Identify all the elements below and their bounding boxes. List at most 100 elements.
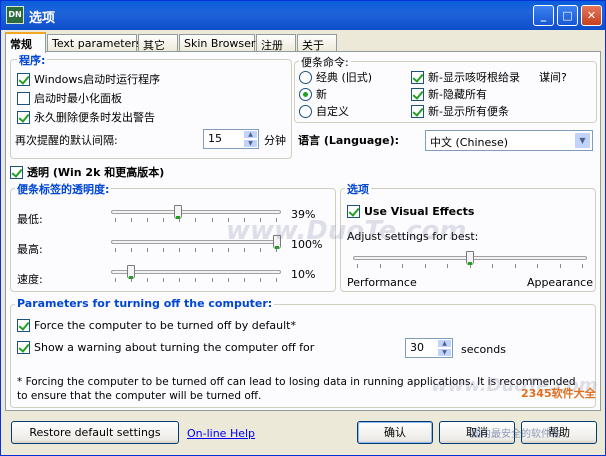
restore-defaults-button[interactable]: Restore default settings — [11, 421, 179, 444]
radio-new-row[interactable]: 新 — [299, 86, 327, 102]
force-off-label: Force the computer to be turned off by d… — [34, 319, 296, 332]
warn-seconds-value[interactable]: 30 — [410, 341, 424, 354]
max-opacity-ticks — [115, 248, 277, 252]
min-opacity-value: 39% — [291, 208, 316, 221]
visual-options-group: 选项 Use Visual Effects Adjust settings fo… — [340, 181, 596, 292]
new-show-all-checkbox[interactable] — [411, 104, 424, 118]
performance-thumb[interactable] — [466, 251, 474, 265]
power-off-group: Parameters for turning off the computer:… — [10, 297, 596, 408]
close-button[interactable]: ✕ — [581, 5, 602, 26]
language-value: 中文 (Chinese) — [430, 136, 509, 149]
stepper-up-icon[interactable]: ▲ — [243, 130, 258, 139]
delete-warning-row[interactable]: 永久删除便条时发出警告 — [17, 109, 155, 125]
reminder-interval-value[interactable]: 15 — [208, 132, 222, 145]
ok-button[interactable]: 确认 — [357, 421, 433, 444]
radio-classic[interactable] — [299, 70, 312, 84]
run-on-startup-checkbox[interactable] — [17, 72, 30, 86]
tab-general[interactable]: 常规 — [5, 32, 46, 53]
tab-skin-browser[interactable]: Skin Browser — [179, 34, 255, 52]
tab-register[interactable]: 注册 — [256, 34, 296, 52]
warn-seconds-stepper[interactable]: 30 ▲ ▼ — [405, 338, 453, 358]
transparency-row[interactable]: 透明 (Win 2k 和更高版本) — [10, 164, 164, 180]
maximize-button[interactable]: □ — [557, 5, 578, 26]
stepper-down-icon[interactable]: ▼ — [243, 139, 258, 148]
stepper-down-icon[interactable]: ▼ — [437, 348, 452, 357]
delete-warning-label: 永久删除便条时发出警告 — [34, 111, 155, 124]
warn-seconds-unit: seconds — [461, 343, 506, 356]
tab-text-parameters[interactable]: Text parameters — [47, 34, 142, 52]
title-bar[interactable]: DN 选项 _ □ ✕ — [1, 1, 605, 30]
min-opacity-slider[interactable] — [111, 210, 281, 214]
new-hide-all-label: 新-隐藏所有 — [428, 88, 487, 101]
tab-about[interactable]: 关于 — [297, 34, 337, 52]
min-opacity-ticks — [115, 218, 277, 222]
program-group: 程序: Windows启动时运行程序 启动时最小化面板 永久删除便条时发出警告 … — [10, 52, 292, 159]
max-opacity-label: 最高: — [17, 243, 43, 256]
performance-label: Performance — [347, 276, 417, 289]
maximize-icon: □ — [562, 9, 573, 22]
new-show-all-row[interactable]: 新-显示所有便条 — [411, 103, 509, 119]
program-legend: 程序: — [17, 52, 48, 68]
new-hide-all-checkbox[interactable] — [411, 87, 424, 101]
new-show-label: 新-显示咳呀根给录 — [428, 71, 520, 84]
delete-warning-checkbox[interactable] — [17, 110, 30, 124]
minimize-on-startup-label: 启动时最小化面板 — [34, 92, 122, 105]
watermark-brand: 2345软件大全 — [521, 387, 596, 400]
new-show-all-label: 新-显示所有便条 — [428, 105, 509, 118]
radio-new[interactable] — [299, 87, 312, 101]
adjust-settings-label: Adjust settings for best: — [347, 230, 479, 243]
tab-panel-general: 程序: Windows启动时运行程序 启动时最小化面板 永久删除便条时发出警告 … — [5, 51, 601, 411]
new-show-row[interactable]: 新-显示咳呀根给录 — [411, 69, 520, 85]
reminder-interval-stepper[interactable]: 15 ▲ ▼ — [203, 129, 259, 149]
max-opacity-value: 100% — [291, 238, 323, 251]
minimize-on-startup-row[interactable]: 启动时最小化面板 — [17, 90, 122, 106]
speed-ticks — [115, 278, 277, 282]
close-icon: ✕ — [586, 9, 597, 22]
speed-value: 10% — [291, 268, 316, 281]
visual-options-legend: 选项 — [345, 181, 371, 197]
power-off-legend: Parameters for turning off the computer: — [15, 297, 275, 310]
max-opacity-slider[interactable] — [111, 240, 281, 244]
radio-new-label: 新 — [316, 88, 327, 101]
radio-classic-row[interactable]: 经典 (旧式) — [299, 69, 372, 85]
new-show-checkbox[interactable] — [411, 70, 424, 84]
minimize-button[interactable]: _ — [533, 5, 554, 26]
speed-thumb[interactable] — [127, 265, 136, 279]
appearance-label: Appearance — [526, 276, 593, 289]
minimize-icon: _ — [540, 9, 547, 22]
transparency-checkbox[interactable] — [10, 165, 23, 179]
radio-custom-row[interactable]: 自定义 — [299, 103, 349, 119]
query-label: 谋间? — [539, 71, 567, 84]
force-off-checkbox[interactable] — [17, 319, 30, 332]
tab-other[interactable]: 其它 — [138, 34, 178, 52]
warn-off-checkbox[interactable] — [17, 341, 30, 354]
window-title: 选项 — [29, 11, 56, 26]
chevron-down-icon[interactable]: ▼ — [574, 132, 591, 149]
max-opacity-thumb[interactable] — [273, 235, 281, 249]
stepper-up-icon[interactable]: ▲ — [437, 339, 452, 348]
visual-effects-label: Use Visual Effects — [364, 205, 475, 218]
minimize-on-startup-checkbox[interactable] — [17, 91, 30, 105]
visual-effects-row[interactable]: Use Visual Effects — [347, 205, 474, 218]
radio-classic-label: 经典 (旧式) — [316, 71, 373, 84]
reminder-interval-label: 再次提醒的默认间隔: — [15, 134, 118, 147]
speed-slider[interactable] — [111, 270, 281, 274]
watermark-brand-sub: 国内最安全的软件站 — [471, 429, 561, 440]
force-off-row[interactable]: Force the computer to be turned off by d… — [17, 319, 296, 332]
note-commands-group: 便条命令: 经典 (旧式) 新 自定义 新-显示咳呀根给录 谋间? 新-隐藏所有 — [294, 54, 597, 123]
power-off-note: * Forcing the computer to be turned off … — [17, 376, 576, 402]
note-commands-legend: 便条命令: — [299, 54, 351, 70]
run-on-startup-row[interactable]: Windows启动时运行程序 — [17, 71, 160, 87]
language-label: 语言 (Language): — [298, 134, 400, 147]
run-on-startup-label: Windows启动时运行程序 — [34, 73, 161, 86]
language-select[interactable]: 中文 (Chinese) ▼ — [425, 130, 593, 151]
warn-off-label: Show a warning about turning the compute… — [34, 341, 315, 354]
visual-effects-checkbox[interactable] — [347, 205, 360, 218]
radio-custom[interactable] — [299, 104, 312, 118]
warn-off-row[interactable]: Show a warning about turning the compute… — [17, 341, 314, 354]
min-opacity-thumb[interactable] — [174, 205, 183, 219]
reminder-unit-label: 分钟 — [264, 134, 286, 147]
online-help-link[interactable]: On-line Help — [187, 427, 255, 440]
new-hide-all-row[interactable]: 新-隐藏所有 — [411, 86, 487, 102]
app-icon: DN — [6, 6, 24, 24]
